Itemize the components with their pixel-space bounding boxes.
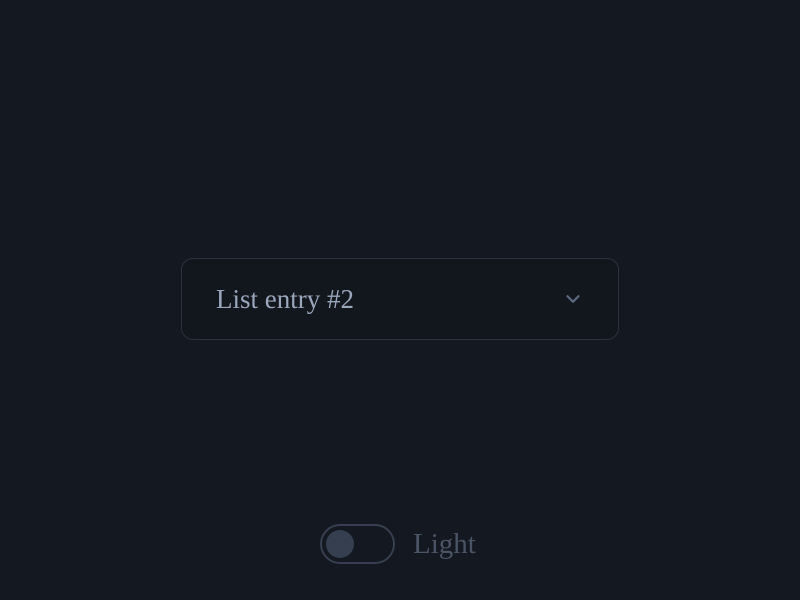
- theme-toggle-label: Light: [413, 528, 476, 561]
- toggle-knob: [326, 530, 354, 558]
- chevron-down-icon: [562, 288, 584, 310]
- dropdown-selected-label: List entry #2: [216, 284, 354, 315]
- dropdown-select[interactable]: List entry #2: [181, 258, 619, 340]
- theme-toggle-switch[interactable]: [320, 524, 395, 564]
- theme-toggle-row: Light: [320, 524, 476, 564]
